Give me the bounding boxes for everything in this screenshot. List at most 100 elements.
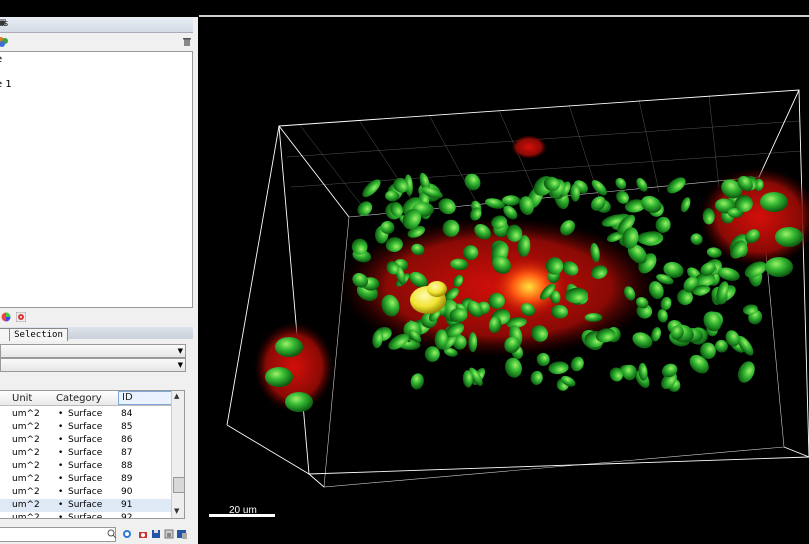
export-icon[interactable] <box>164 529 174 539</box>
table-row[interactable]: um^2 • Surface 86 <box>0 434 171 447</box>
table-scrollbar[interactable]: ▲ ▼ <box>171 391 184 518</box>
surface-bullet-icon: • <box>58 500 64 510</box>
cell-id: 85 <box>121 422 133 432</box>
column-header-unit[interactable]: Unit <box>12 393 32 404</box>
cell-id: 90 <box>121 487 133 497</box>
cell-unit: um^2 <box>12 500 40 510</box>
volume-rendering <box>226 89 809 488</box>
table-header: Unit Category ID ˆ <box>0 391 173 406</box>
cell-id: 86 <box>121 435 133 445</box>
color-wheel-icon[interactable] <box>1 312 11 322</box>
cell-id: 89 <box>121 474 133 484</box>
pin-icon[interactable]: ▣ <box>0 18 191 28</box>
tab-selection[interactable]: Selection <box>9 328 68 341</box>
surface-bullet-icon: • <box>58 461 64 471</box>
cell <box>285 392 313 412</box>
cell-id: 88 <box>121 461 133 471</box>
tree-toolbar <box>0 33 193 51</box>
cell-category: Surface <box>68 435 103 445</box>
table-row[interactable]: um^2 • Surface 87 <box>0 447 171 460</box>
cell-category: Surface <box>68 500 103 510</box>
cell <box>737 361 755 383</box>
trash-icon[interactable] <box>182 37 192 47</box>
cell <box>636 177 648 192</box>
surface-bullet-icon: • <box>58 409 64 419</box>
panel-title-bar: es ▣ <box>0 17 193 33</box>
cell-category: Surface <box>68 461 103 471</box>
cell <box>275 337 303 357</box>
cell-category: Surface <box>68 409 103 419</box>
search-input[interactable] <box>0 527 116 542</box>
table-row[interactable]: um^2 • Surface 91 <box>0 499 171 512</box>
statistics-filter-select[interactable]: ▼ <box>0 358 186 372</box>
highlighted-cell <box>427 281 447 297</box>
cell-category: Surface <box>68 487 103 497</box>
cell <box>655 216 671 233</box>
cell-unit: um^2 <box>12 513 40 519</box>
cell-unit: um^2 <box>12 435 40 445</box>
column-header-category[interactable]: Category <box>56 393 102 404</box>
table-row[interactable]: um^2 • Surface 89 <box>0 473 171 486</box>
refresh-icon[interactable] <box>122 529 132 539</box>
save-icon[interactable] <box>151 529 161 539</box>
cell-unit: um^2 <box>12 461 40 471</box>
column-header-id[interactable]: ID <box>118 391 173 405</box>
camera-icon[interactable] <box>138 529 148 539</box>
cell <box>362 179 381 198</box>
cell-unit: um^2 <box>12 474 40 484</box>
surface-bullet-icon: • <box>58 422 64 432</box>
table-row[interactable]: um^2 • Surface 84 <box>0 408 171 421</box>
cell-unit: um^2 <box>12 422 40 432</box>
cell-id: 91 <box>121 500 133 510</box>
table-row[interactable]: um^2 • Surface 85 <box>0 421 171 434</box>
cell <box>410 373 424 390</box>
chevron-down-icon: ▼ <box>177 347 183 355</box>
cell-category: Surface <box>68 448 103 458</box>
scroll-up-icon[interactable]: ▲ <box>174 392 179 400</box>
cell <box>548 361 569 375</box>
3d-viewer[interactable]: 20 um <box>199 17 809 544</box>
scale-bar-label: 20 um <box>229 505 257 516</box>
scroll-down-icon[interactable]: ▼ <box>174 507 179 515</box>
cell <box>615 177 627 190</box>
cell-unit: um^2 <box>12 409 40 419</box>
surface-bullet-icon: • <box>58 448 64 458</box>
cell <box>690 233 703 245</box>
statistics-table: Unit Category ID ˆ um^2 • Surface 84 um^2 • Su… <box>0 390 185 519</box>
cell <box>667 177 686 194</box>
cell-unit: um^2 <box>12 487 40 497</box>
table-row[interactable]: um^2 • Surface 92 <box>0 512 171 519</box>
tree-item[interactable]: e <box>0 54 2 65</box>
settings-gear-icon[interactable] <box>16 312 26 322</box>
object-tree[interactable]: e e 1 <box>0 51 193 308</box>
cell <box>680 197 691 213</box>
cell <box>570 356 584 372</box>
scrollbar-thumb[interactable] <box>173 477 184 493</box>
surface-bullet-icon: • <box>58 435 64 445</box>
cell <box>505 357 522 378</box>
cell <box>632 332 653 349</box>
cell <box>760 192 788 212</box>
statistics-type-select[interactable]: ▼ <box>0 344 186 358</box>
chevron-down-icon: ▼ <box>177 361 183 369</box>
properties-toolbar <box>0 309 193 326</box>
cell <box>468 332 478 353</box>
cell-category: Surface <box>68 513 103 519</box>
tree-item[interactable]: e 1 <box>0 79 12 90</box>
cell-category: Surface <box>68 422 103 432</box>
table-row[interactable]: um^2 • Surface 90 <box>0 486 171 499</box>
table-row[interactable]: um^2 • Surface 88 <box>0 460 171 473</box>
cell-unit: um^2 <box>12 448 40 458</box>
cell <box>464 173 481 191</box>
search-icon[interactable] <box>107 529 117 539</box>
cell-id: 92 <box>121 513 133 519</box>
cell <box>765 257 793 277</box>
cell-id: 87 <box>121 448 133 458</box>
cell <box>438 198 456 215</box>
surface-bullet-icon: • <box>58 487 64 497</box>
left-panel: es ▣ e e 1 Selection ▼ ▼ Unit Category I… <box>0 17 198 544</box>
add-object-icon[interactable] <box>0 37 8 47</box>
window-top-bar <box>0 0 809 16</box>
cell <box>265 367 293 387</box>
export-all-icon[interactable] <box>177 529 187 539</box>
